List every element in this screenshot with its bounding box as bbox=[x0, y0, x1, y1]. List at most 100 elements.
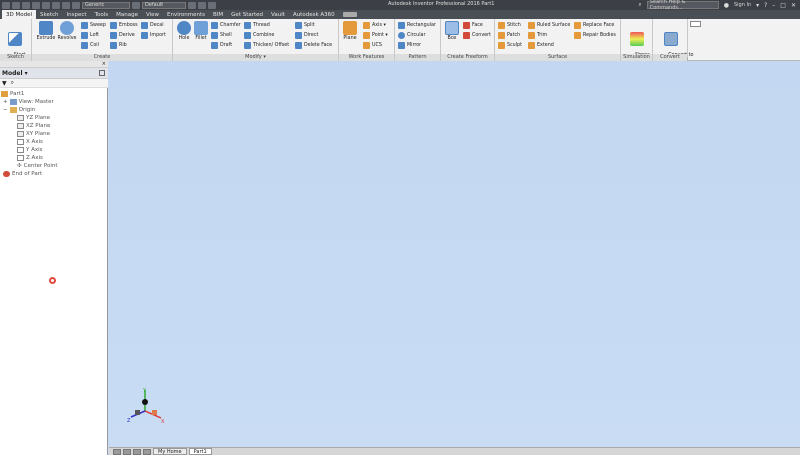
revolve-button[interactable]: Revolve bbox=[56, 21, 78, 42]
arrange-view-icon[interactable] bbox=[133, 448, 141, 455]
import-button[interactable]: Import bbox=[141, 30, 166, 40]
fillet-button[interactable]: Fillet bbox=[190, 21, 212, 42]
cascade-view-icon[interactable] bbox=[123, 448, 131, 455]
minimize-icon[interactable]: – bbox=[772, 2, 775, 9]
rectangular-pattern-button[interactable]: Rectangular bbox=[398, 20, 436, 30]
tab-bim[interactable]: BIM bbox=[209, 10, 227, 19]
cart-icon[interactable]: ▾ bbox=[756, 2, 759, 9]
tile-view-icon[interactable] bbox=[113, 448, 121, 455]
coil-button[interactable]: Coil bbox=[81, 40, 99, 50]
filter-icon[interactable]: ▼ bbox=[2, 80, 7, 87]
extrude-button[interactable]: Extrude bbox=[35, 21, 57, 42]
decal-button[interactable]: Decal bbox=[141, 20, 164, 30]
close-icon[interactable]: ✕ bbox=[791, 2, 796, 9]
freeform-convert-button[interactable]: Convert bbox=[463, 30, 491, 40]
tree-item-x-axis[interactable]: X Axis bbox=[17, 138, 43, 146]
tree-item-center-point[interactable]: ✣ Center Point bbox=[17, 162, 58, 170]
tree-item-xy-plane[interactable]: XY Plane bbox=[17, 130, 50, 138]
x-axis-handle[interactable] bbox=[152, 410, 157, 415]
select-icon[interactable] bbox=[72, 1, 80, 9]
draft-button[interactable]: Draft bbox=[211, 40, 232, 50]
ribbon-options-dropdown[interactable] bbox=[690, 21, 701, 27]
tab-get-started[interactable]: Get Started bbox=[227, 10, 267, 19]
tab-3d-model[interactable]: 3D Model bbox=[2, 10, 36, 19]
loft-button[interactable]: Loft bbox=[81, 30, 99, 40]
undo-icon[interactable] bbox=[42, 1, 50, 9]
appearance-select[interactable]: Generic bbox=[82, 1, 130, 9]
modify-panel-title[interactable]: Modify ▾ bbox=[173, 54, 338, 61]
delete-face-button[interactable]: Delete Face bbox=[295, 40, 332, 50]
tree-item-yz-plane[interactable]: YZ Plane bbox=[17, 114, 50, 122]
derive-button[interactable]: Derive bbox=[110, 30, 135, 40]
view-triad[interactable]: Y X Z bbox=[123, 386, 168, 431]
chamfer-button[interactable]: Chamfer bbox=[211, 20, 241, 30]
close-icon[interactable]: × bbox=[102, 61, 106, 67]
tree-item-part1[interactable]: Part1 bbox=[1, 90, 24, 98]
browser-menu-icon[interactable] bbox=[99, 70, 105, 76]
browser-title-dropdown[interactable]: Model ▾ bbox=[2, 70, 28, 77]
doc-tab-part1[interactable]: Part1 bbox=[188, 448, 212, 455]
maximize-icon[interactable]: □ bbox=[780, 2, 786, 9]
measure-icon[interactable] bbox=[208, 1, 216, 9]
y-axis-handle[interactable] bbox=[142, 399, 148, 405]
tab-tools[interactable]: Tools bbox=[91, 10, 113, 19]
direct-button[interactable]: Direct bbox=[295, 30, 318, 40]
sculpt-button[interactable]: Sculpt bbox=[498, 40, 522, 50]
new-icon[interactable] bbox=[12, 1, 20, 9]
app-menu-button[interactable] bbox=[2, 1, 10, 9]
save-icon[interactable] bbox=[32, 1, 40, 9]
tab-inspect[interactable]: Inspect bbox=[63, 10, 91, 19]
plane-button[interactable]: Plane bbox=[339, 21, 361, 42]
thicken-offset-button[interactable]: Thicken/ Offset bbox=[244, 40, 289, 50]
tab-vault[interactable]: Vault bbox=[267, 10, 289, 19]
freeform-face-button[interactable]: Face bbox=[463, 20, 483, 30]
tree-item-end-of-part[interactable]: End of Part bbox=[3, 170, 42, 178]
circular-pattern-button[interactable]: Circular bbox=[398, 30, 425, 40]
mirror-button[interactable]: Mirror bbox=[398, 40, 421, 50]
patch-button[interactable]: Patch bbox=[498, 30, 520, 40]
split-button[interactable]: Split bbox=[295, 20, 315, 30]
binoculars-icon[interactable]: ⌕ bbox=[638, 1, 641, 9]
emboss-button[interactable]: Emboss bbox=[110, 20, 138, 30]
trim-button[interactable]: Trim bbox=[528, 30, 547, 40]
tab-environments[interactable]: Environments bbox=[163, 10, 209, 19]
point-button[interactable]: Point ▾ bbox=[363, 30, 388, 40]
tab-autodesk-a360[interactable]: Autodesk A360 bbox=[289, 10, 339, 19]
help-icon[interactable]: ? bbox=[764, 2, 767, 9]
collapse-icon[interactable]: − bbox=[3, 107, 8, 113]
stitch-button[interactable]: Stitch bbox=[498, 20, 521, 30]
sign-in-link[interactable]: Sign In bbox=[734, 2, 751, 8]
extend-button[interactable]: Extend bbox=[528, 40, 554, 50]
tree-item-xz-plane[interactable]: XZ Plane bbox=[17, 122, 50, 130]
graphics-window[interactable]: Y X Z bbox=[109, 61, 800, 447]
z-axis-handle[interactable] bbox=[135, 410, 140, 415]
tree-item-z-axis[interactable]: Z Axis bbox=[17, 154, 43, 162]
material-select[interactable]: Default bbox=[142, 1, 186, 9]
ribbon-toggle-icon[interactable] bbox=[342, 12, 357, 17]
home-icon[interactable] bbox=[62, 1, 70, 9]
binoculars-icon[interactable]: ⌕ bbox=[11, 79, 14, 87]
sweep-button[interactable]: Sweep bbox=[81, 20, 106, 30]
replace-face-button[interactable]: Replace Face bbox=[574, 20, 614, 30]
clear-icon[interactable] bbox=[198, 1, 206, 9]
menu-icon[interactable] bbox=[143, 448, 151, 455]
adjust-icon[interactable] bbox=[188, 1, 196, 9]
freeform-box-button[interactable]: Box bbox=[441, 21, 463, 42]
tab-view[interactable]: View bbox=[142, 10, 163, 19]
shell-button[interactable]: Shell bbox=[211, 30, 232, 40]
ucs-button[interactable]: UCS bbox=[363, 40, 382, 50]
axis-button[interactable]: Axis ▾ bbox=[363, 20, 386, 30]
rib-button[interactable]: Rib bbox=[110, 40, 127, 50]
open-icon[interactable] bbox=[22, 1, 30, 9]
repair-bodies-button[interactable]: Repair Bodies bbox=[574, 30, 616, 40]
ruled-surface-button[interactable]: Ruled Surface bbox=[528, 20, 570, 30]
thread-button[interactable]: Thread bbox=[244, 20, 270, 30]
redo-icon[interactable] bbox=[52, 1, 60, 9]
combine-button[interactable]: Combine bbox=[244, 30, 274, 40]
doc-tab-my-home[interactable]: My Home bbox=[153, 448, 187, 455]
tree-item-origin[interactable]: − Origin bbox=[3, 106, 35, 114]
expand-icon[interactable]: + bbox=[3, 99, 8, 105]
help-search-input[interactable]: Search Help & Commands... bbox=[646, 0, 719, 11]
tab-manage[interactable]: Manage bbox=[112, 10, 142, 19]
tab-sketch[interactable]: Sketch bbox=[36, 10, 63, 19]
